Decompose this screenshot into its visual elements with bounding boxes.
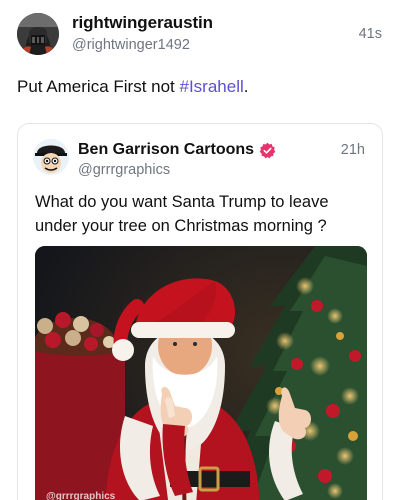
cartoon-face-avatar-icon	[33, 139, 69, 175]
quoted-post-timestamp[interactable]: 21h	[341, 142, 365, 158]
quoted-author-handle[interactable]: @grrrgraphics	[78, 162, 170, 178]
quoted-author-name-row: Ben Garrison Cartoons	[78, 141, 276, 159]
post-timestamp[interactable]: 41s	[359, 26, 382, 42]
hashtag-link[interactable]: #Israhell	[180, 77, 244, 96]
author-handle[interactable]: @rightwinger1492	[72, 37, 190, 53]
post-text-before: Put America First not	[17, 77, 180, 96]
post-text-after: .	[243, 77, 249, 96]
quoted-author-avatar[interactable]	[33, 139, 69, 175]
author-display-name[interactable]: rightwingeraustin	[72, 13, 213, 33]
santa-christmas-tree-image	[35, 246, 367, 500]
post-text: Put America First not #Israhell.	[17, 77, 249, 97]
image-watermark: @grrrgraphics	[46, 491, 116, 500]
quoted-post-text: What do you want Santa Trump to leave un…	[35, 193, 329, 235]
verified-badge-icon	[259, 142, 276, 158]
post: rightwingeraustin @rightwinger1492 41s P…	[0, 0, 400, 500]
author-avatar[interactable]	[17, 13, 59, 55]
helmeted-figure-icon	[17, 13, 59, 55]
quoted-author-display-name[interactable]: Ben Garrison Cartoons	[78, 141, 254, 159]
quoted-post-card[interactable]: Ben Garrison Cartoons @grrrgraphics 21h …	[17, 123, 383, 500]
quoted-post-image[interactable]: @grrrgraphics	[35, 246, 367, 500]
